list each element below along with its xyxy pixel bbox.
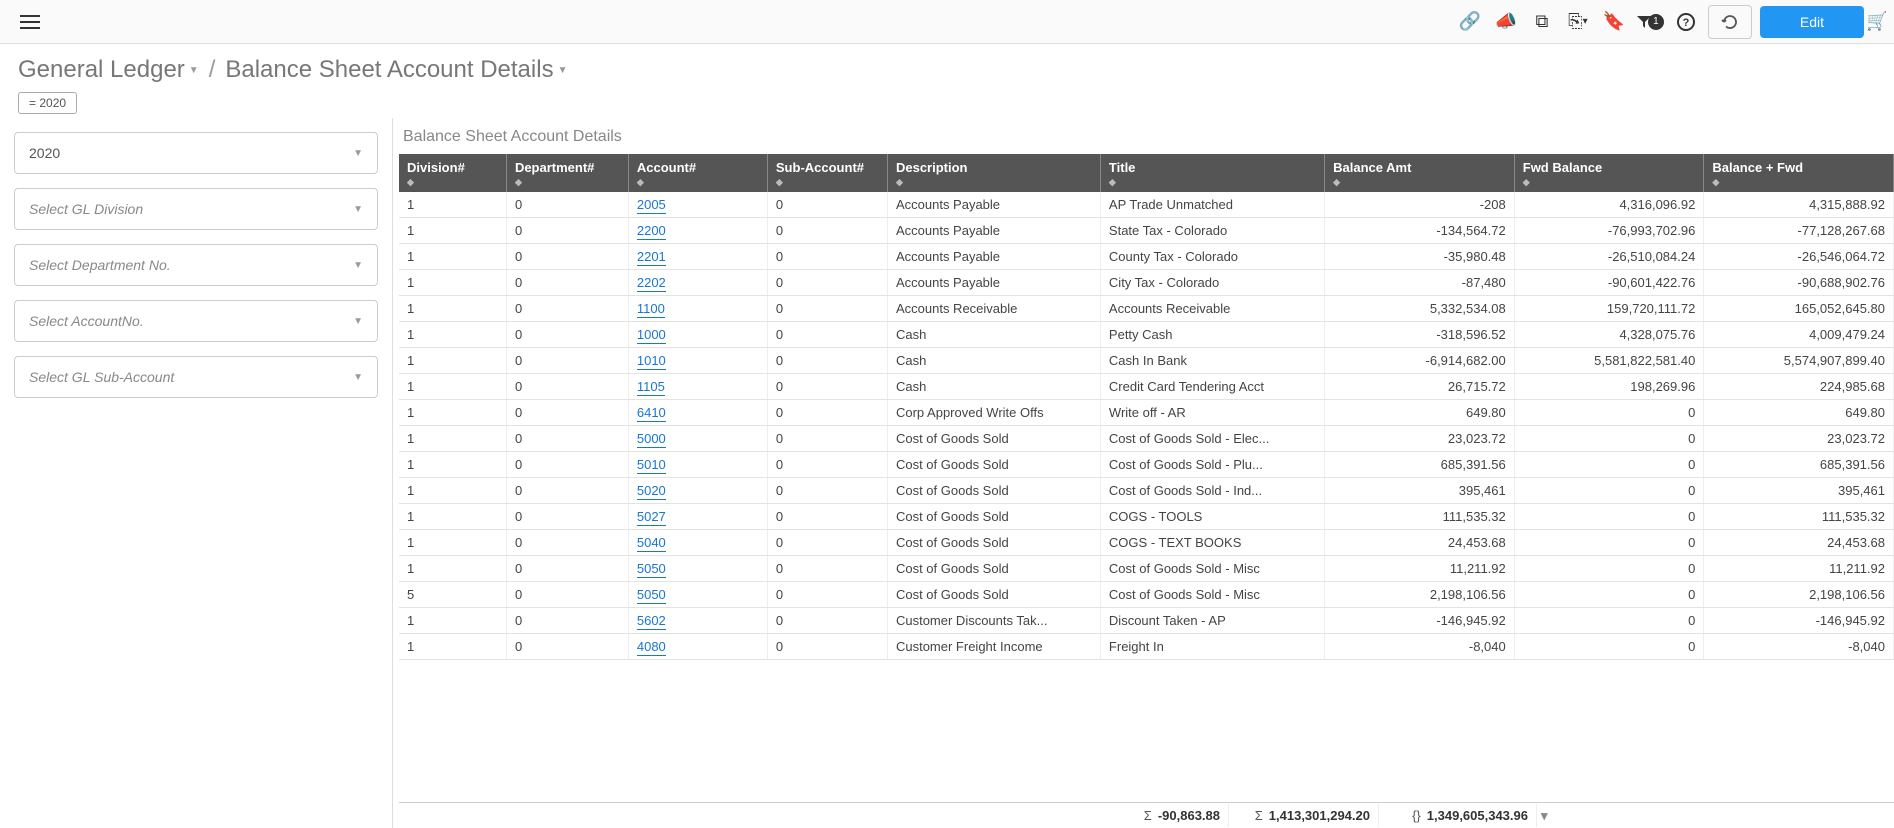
table-row[interactable]: 1020050Accounts PayableAP Trade Unmatche…: [399, 192, 1894, 218]
table-row[interactable]: 1050000Cost of Goods SoldCost of Goods S…: [399, 426, 1894, 452]
summary-row: Σ-90,863.88 Σ1,413,301,294.20 {}1,349,60…: [399, 802, 1894, 828]
breadcrumb-report[interactable]: Balance Sheet Account Details▼: [225, 56, 567, 84]
sigma-icon: Σ: [1138, 808, 1158, 823]
braces-icon: {}: [1406, 808, 1427, 823]
column-header[interactable]: Description◆: [887, 154, 1100, 192]
account-link[interactable]: 5010: [637, 457, 666, 474]
account-link[interactable]: 5040: [637, 535, 666, 552]
account-link[interactable]: 5602: [637, 613, 666, 630]
account-link[interactable]: 5000: [637, 431, 666, 448]
column-header[interactable]: Fwd Balance◆: [1514, 154, 1704, 192]
table-row[interactable]: 1050270Cost of Goods SoldCOGS - TOOLS111…: [399, 504, 1894, 530]
account-link[interactable]: 2202: [637, 275, 666, 292]
account-link[interactable]: 4080: [637, 639, 666, 656]
account-link[interactable]: 1105: [637, 379, 665, 396]
division-dropdown[interactable]: Select GL Division▼: [14, 188, 378, 230]
summary-balance: -90,863.88: [1158, 808, 1220, 823]
column-header[interactable]: Division#◆: [399, 154, 506, 192]
column-header[interactable]: Balance Amt◆: [1325, 154, 1515, 192]
breadcrumb: General Ledger▼ / Balance Sheet Account …: [18, 56, 1876, 84]
account-link[interactable]: 5027: [637, 509, 666, 526]
table-scroll[interactable]: Division#◆Department#◆Account#◆Sub-Accou…: [399, 154, 1894, 802]
account-link[interactable]: 5050: [637, 561, 666, 578]
table-row[interactable]: 1050100Cost of Goods SoldCost of Goods S…: [399, 452, 1894, 478]
table-row[interactable]: 1022010Accounts PayableCounty Tax - Colo…: [399, 244, 1894, 270]
breadcrumb-separator: /: [209, 56, 216, 84]
filter-sidebar: 2020▼ Select GL Division▼ Select Departm…: [0, 118, 393, 828]
sigma-icon: Σ: [1249, 808, 1269, 823]
column-header[interactable]: Title◆: [1100, 154, 1324, 192]
table-row[interactable]: 1040800Customer Freight IncomeFreight In…: [399, 634, 1894, 660]
column-header[interactable]: Balance + Fwd◆: [1704, 154, 1894, 192]
account-link[interactable]: 5050: [637, 587, 666, 604]
table-row[interactable]: 1050400Cost of Goods SoldCOGS - TEXT BOO…: [399, 530, 1894, 556]
account-link[interactable]: 1000: [637, 327, 666, 344]
bookmark-icon[interactable]: 🔖: [1596, 4, 1632, 40]
filter-icon[interactable]: 1: [1632, 4, 1668, 40]
account-link[interactable]: 2005: [637, 197, 666, 214]
table-row[interactable]: 1022020Accounts PayableCity Tax - Colora…: [399, 270, 1894, 296]
summary-fwd: 1,413,301,294.20: [1269, 808, 1370, 823]
column-header[interactable]: Department#◆: [506, 154, 628, 192]
column-header[interactable]: Sub-Account#◆: [767, 154, 887, 192]
refresh-button[interactable]: [1708, 5, 1752, 39]
column-header[interactable]: Account#◆: [628, 154, 767, 192]
edit-button[interactable]: Edit: [1760, 6, 1864, 38]
table-row[interactable]: 1011000Accounts ReceivableAccounts Recei…: [399, 296, 1894, 322]
report-table: Division#◆Department#◆Account#◆Sub-Accou…: [399, 154, 1894, 660]
help-icon[interactable]: ?: [1668, 4, 1704, 40]
table-row[interactable]: 1064100Corp Approved Write OffsWrite off…: [399, 400, 1894, 426]
table-row[interactable]: 1010000CashPetty Cash-318,596.524,328,07…: [399, 322, 1894, 348]
table-row[interactable]: 1050500Cost of Goods SoldCost of Goods S…: [399, 556, 1894, 582]
svg-text:?: ?: [1683, 17, 1690, 29]
report-area: Balance Sheet Account Details Division#◆…: [393, 118, 1894, 828]
account-link[interactable]: 2201: [637, 249, 666, 266]
table-row[interactable]: 1056020Customer Discounts Tak...Discount…: [399, 608, 1894, 634]
copy-icon[interactable]: ⧉: [1524, 4, 1560, 40]
account-link[interactable]: 1010: [637, 353, 666, 370]
main-area: 2020▼ Select GL Division▼ Select Departm…: [0, 118, 1894, 828]
topbar: 🔗 📣 ⧉ ⎘▾ 🔖 1 ? Edit 🛒: [0, 0, 1894, 44]
cart-icon[interactable]: 🛒: [1868, 4, 1886, 40]
breadcrumb-ledger[interactable]: General Ledger▼: [18, 56, 199, 84]
account-link[interactable]: 5020: [637, 483, 666, 500]
export-icon[interactable]: ⎘▾: [1560, 4, 1596, 40]
account-dropdown[interactable]: Select AccountNo.▼: [14, 300, 378, 342]
table-row[interactable]: 1010100CashCash In Bank-6,914,682.005,58…: [399, 348, 1894, 374]
table-row[interactable]: 1011050CashCredit Card Tendering Acct26,…: [399, 374, 1894, 400]
filter-count-badge: 1: [1648, 14, 1664, 30]
table-row[interactable]: 1050200Cost of Goods SoldCost of Goods S…: [399, 478, 1894, 504]
breadcrumb-bar: General Ledger▼ / Balance Sheet Account …: [0, 44, 1894, 118]
expand-down-icon[interactable]: ▾: [1537, 808, 1552, 824]
report-title: Balance Sheet Account Details: [399, 124, 1894, 154]
hamburger-menu-icon[interactable]: [16, 8, 44, 36]
table-row[interactable]: 1022000Accounts PayableState Tax - Color…: [399, 218, 1894, 244]
year-filter-chip[interactable]: = 2020: [18, 92, 77, 114]
account-link[interactable]: 2200: [637, 223, 666, 240]
subaccount-dropdown[interactable]: Select GL Sub-Account▼: [14, 356, 378, 398]
link-icon[interactable]: 🔗: [1452, 4, 1488, 40]
summary-bfwd: 1,349,605,343.96: [1427, 808, 1528, 823]
announce-icon[interactable]: 📣: [1488, 4, 1524, 40]
account-link[interactable]: 1100: [637, 301, 665, 318]
table-row[interactable]: 5050500Cost of Goods SoldCost of Goods S…: [399, 582, 1894, 608]
year-dropdown[interactable]: 2020▼: [14, 132, 378, 174]
department-dropdown[interactable]: Select Department No.▼: [14, 244, 378, 286]
account-link[interactable]: 6410: [637, 405, 666, 422]
